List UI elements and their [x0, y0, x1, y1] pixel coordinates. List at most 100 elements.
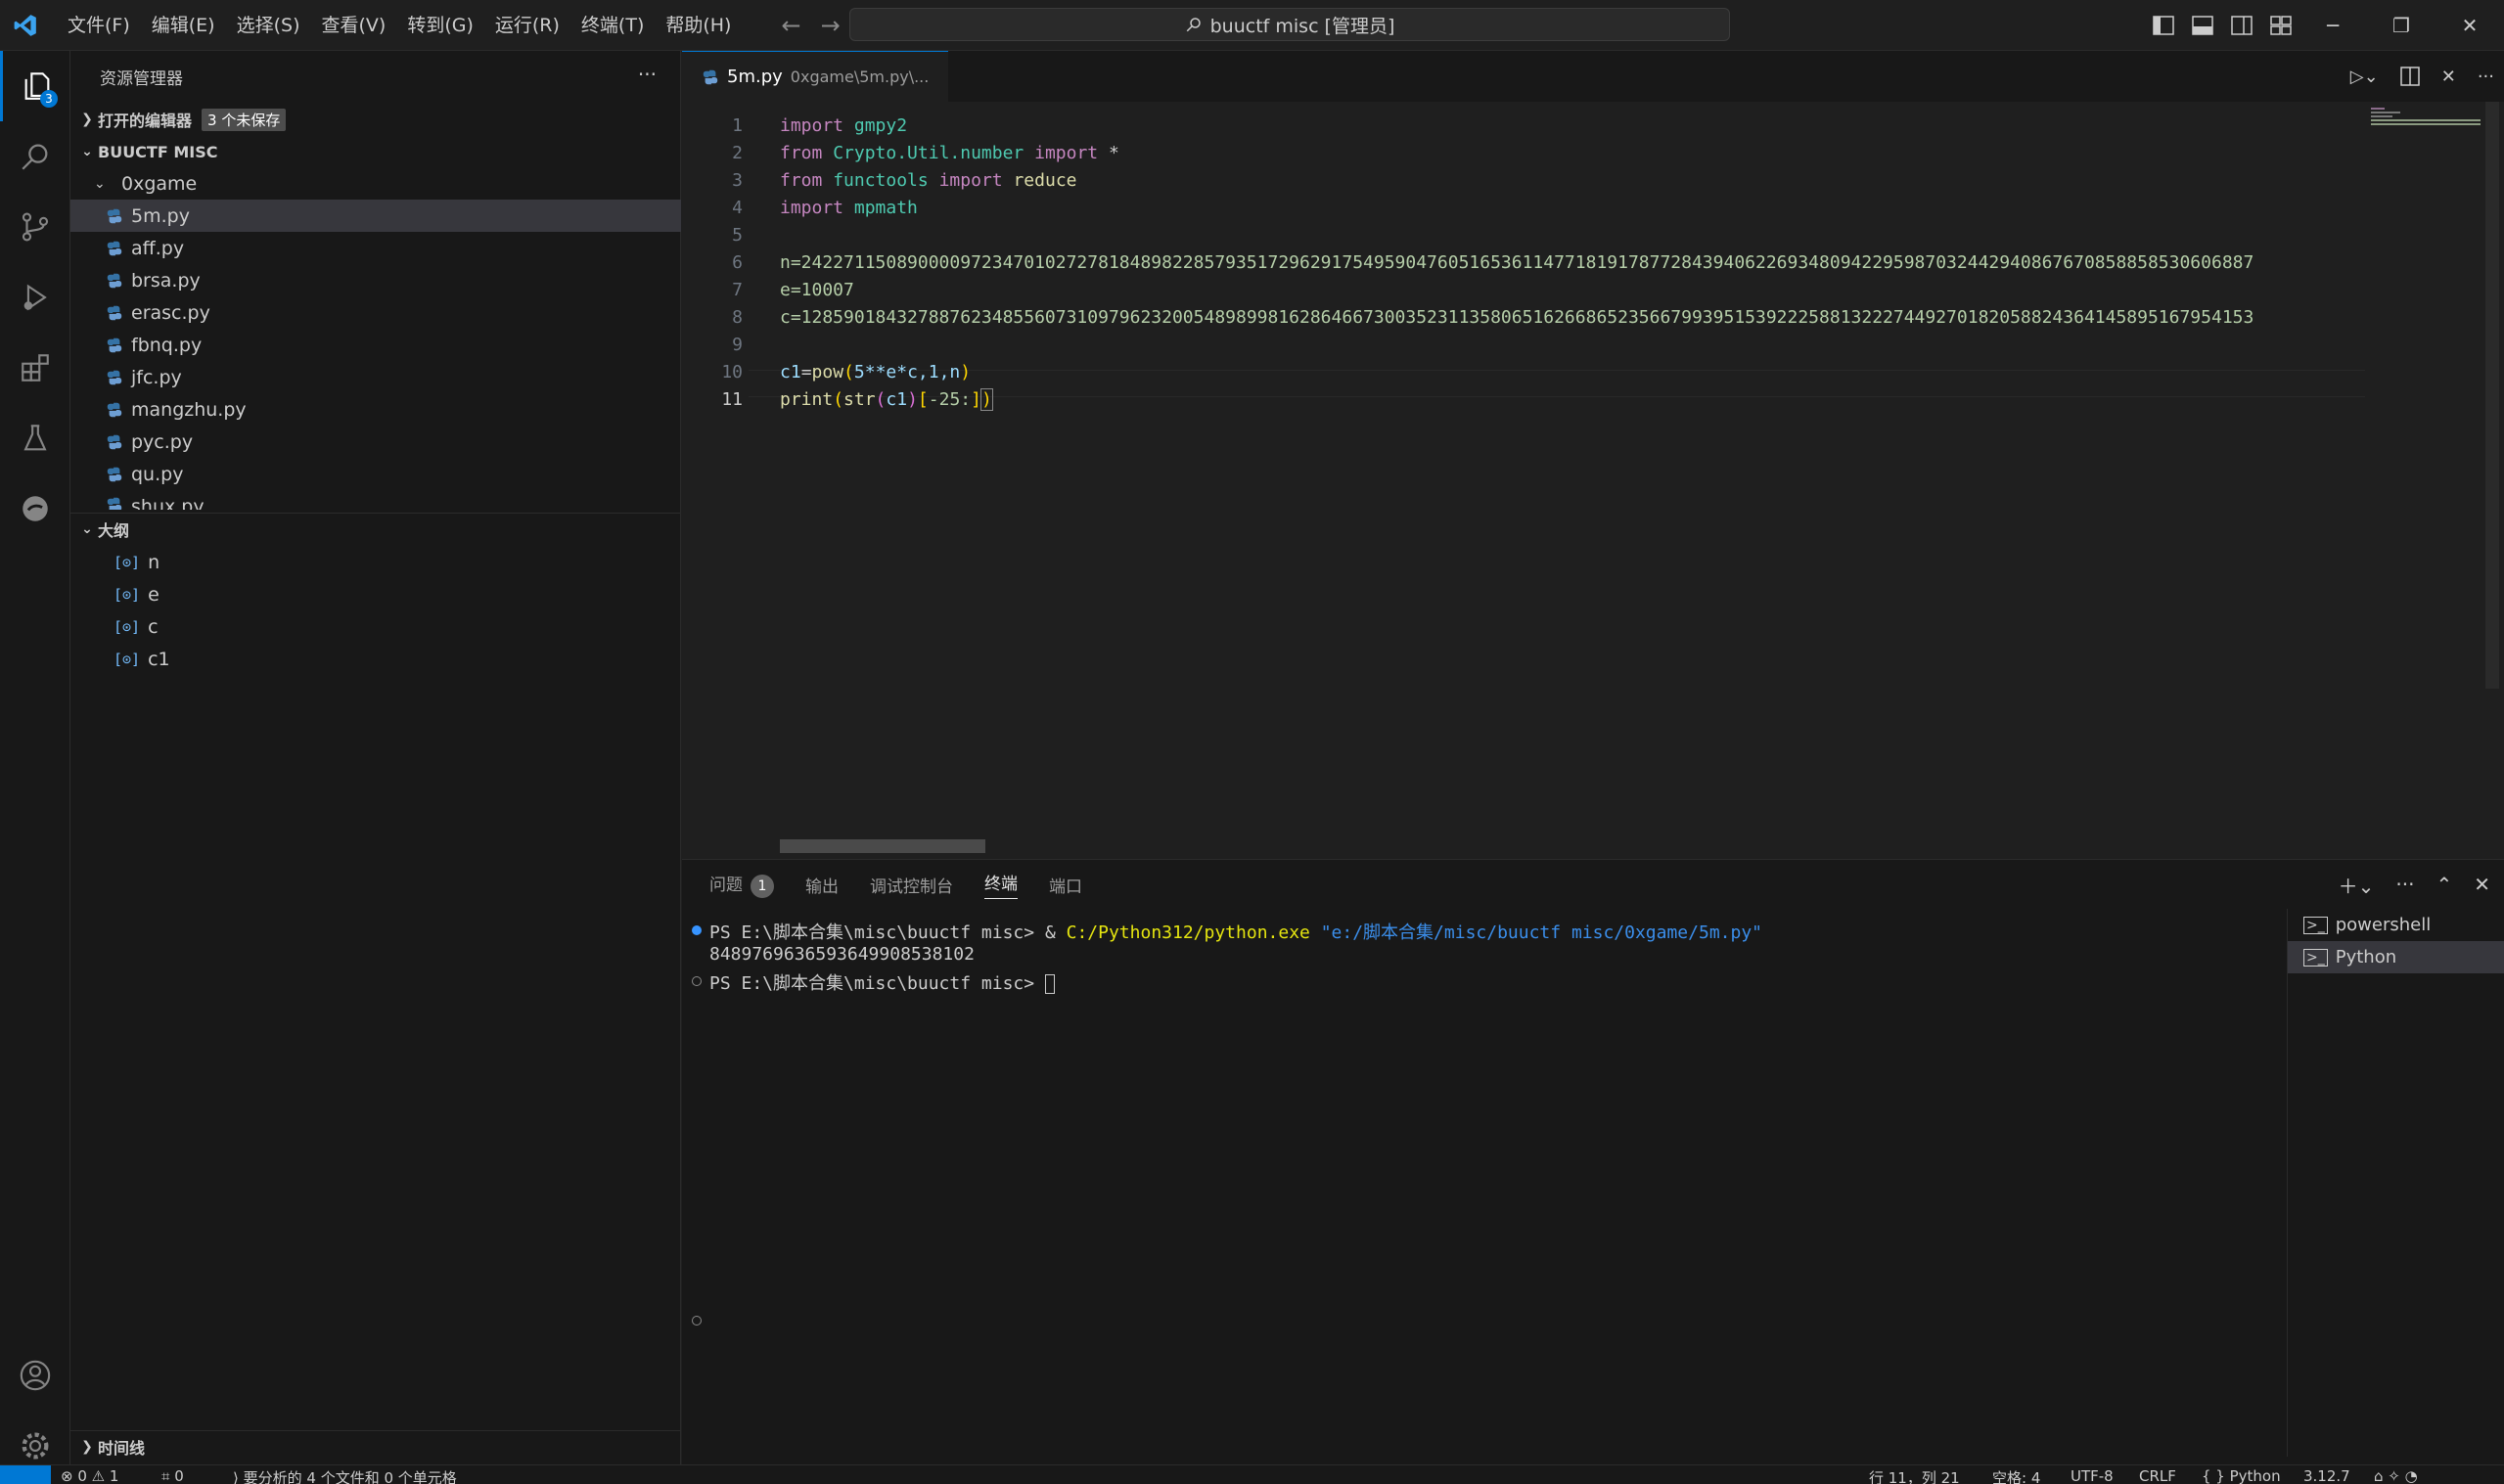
more-actions-icon[interactable]: ···	[638, 63, 657, 86]
problems-badge: 1	[751, 875, 774, 898]
menu-terminal[interactable]: 终端(T)	[570, 0, 655, 51]
workspace-section[interactable]: ⌄ BUUCTF MISC	[70, 136, 681, 167]
source-control-icon	[22, 212, 49, 242]
python-version[interactable]: 3.12.7	[2303, 1467, 2350, 1484]
menu-selection[interactable]: 选择(S)	[226, 0, 311, 51]
toggle-secondary-sidebar-icon[interactable]	[2231, 16, 2253, 35]
python-file-icon	[107, 241, 122, 255]
close-window-icon[interactable]: ✕	[2436, 0, 2504, 51]
outline-item[interactable]: [⊙] e	[70, 578, 681, 610]
close-panel-icon[interactable]: ✕	[2474, 873, 2490, 896]
file-item[interactable]: aff.py	[70, 232, 681, 264]
eol[interactable]: CRLF	[2139, 1467, 2176, 1484]
explorer-activity[interactable]: 3	[0, 51, 70, 121]
tab-terminal[interactable]: 终端	[984, 870, 1018, 899]
extensions-icon	[22, 354, 49, 382]
file-item[interactable]: brsa.py	[70, 264, 681, 296]
maximize-panel-icon[interactable]: ⌃	[2436, 873, 2452, 896]
menu-edit[interactable]: 编辑(E)	[141, 0, 226, 51]
outline-item[interactable]: [⊙] c1	[70, 643, 681, 675]
code-line: import gmpy2	[780, 115, 908, 136]
gear-icon	[22, 1432, 49, 1460]
outline-label: 大纲	[98, 520, 130, 540]
back-arrow-icon[interactable]: ←	[781, 12, 800, 39]
accounts-activity[interactable]	[0, 1340, 70, 1411]
more-actions-icon[interactable]: ···	[2478, 67, 2494, 87]
outline-item[interactable]: [⊙] c	[70, 610, 681, 643]
timeline-section[interactable]: ❯ 时间线	[70, 1430, 681, 1462]
code-line: print(str(c1)[-25:])	[780, 388, 993, 411]
terminal-line: PS E:\脚本合集\misc\buuctf misc>	[709, 969, 1055, 995]
run-debug-activity[interactable]	[0, 262, 70, 333]
tab-path: 0xgame\5m.py\...	[790, 67, 930, 86]
tab-ports[interactable]: 端口	[1049, 873, 1082, 897]
file-item[interactable]: shux.py	[70, 490, 681, 510]
terminal-item[interactable]: >_ powershell	[2288, 909, 2504, 941]
menu-file[interactable]: 文件(F)	[57, 0, 141, 51]
tab-debug-console[interactable]: 调试控制台	[870, 873, 953, 897]
outline-section[interactable]: ⌄ 大纲	[70, 513, 681, 544]
python-file-icon	[107, 208, 122, 223]
file-label: fbnq.py	[131, 334, 203, 356]
vertical-scrollbar[interactable]	[2485, 102, 2499, 689]
open-editors-section[interactable]: ❯ 打开的编辑器 3 个未保存	[70, 104, 681, 135]
file-item[interactable]: pyc.py	[70, 426, 681, 458]
menu-run[interactable]: 运行(R)	[484, 0, 570, 51]
search-activity[interactable]	[0, 121, 70, 192]
new-terminal-icon[interactable]: ＋⌄	[2339, 871, 2375, 899]
file-item[interactable]: qu.py	[70, 458, 681, 490]
file-item[interactable]: fbnq.py	[70, 329, 681, 361]
forward-arrow-icon[interactable]: →	[821, 12, 841, 39]
indentation[interactable]: 空格: 4	[1992, 1467, 2040, 1484]
encoding[interactable]: UTF-8	[2071, 1467, 2114, 1484]
notifications-icon[interactable]: ⌂ ✧ ◔	[2374, 1467, 2418, 1484]
customize-layout-icon[interactable]	[2270, 16, 2292, 35]
remote-indicator-icon[interactable]	[0, 1465, 51, 1484]
chevron-down-icon: ⌄	[81, 520, 93, 537]
activity-bar: 3	[0, 51, 70, 1464]
python-file-icon	[107, 337, 122, 352]
code-area[interactable]: 1 2 3 4 5 6 7 8 9 10 11 import gmpy2 fro…	[682, 102, 2365, 845]
split-editor-icon[interactable]	[2399, 67, 2420, 86]
close-editor-icon[interactable]: ✕	[2441, 67, 2456, 87]
more-actions-icon[interactable]: ···	[2395, 873, 2414, 896]
remote-explorer-activity[interactable]	[0, 473, 70, 544]
python-file-icon	[107, 467, 122, 481]
run-python-icon[interactable]: ▷⌄	[2350, 67, 2379, 87]
command-dot	[692, 1316, 702, 1326]
file-item[interactable]: mangzhu.py	[70, 393, 681, 426]
outline-item[interactable]: [⊙] n	[70, 546, 681, 578]
editor-tab-5m[interactable]: 5m.py 0xgame\5m.py\...	[682, 51, 949, 102]
terminal-item[interactable]: >_ Python	[2288, 941, 2504, 973]
file-item[interactable]: jfc.py	[70, 361, 681, 393]
menu-go[interactable]: 转到(G)	[396, 0, 484, 51]
extensions-activity[interactable]	[0, 333, 70, 403]
minimize-icon[interactable]: ─	[2299, 0, 2367, 51]
tab-output[interactable]: 输出	[805, 873, 839, 897]
command-center-search[interactable]: buuctf misc [管理员]	[849, 8, 1730, 41]
folder-0xgame[interactable]: ⌄ 0xgame	[70, 167, 681, 200]
ports-status[interactable]: ⌗ 0	[161, 1467, 184, 1484]
toggle-panel-icon[interactable]	[2192, 16, 2213, 35]
source-control-activity[interactable]	[0, 192, 70, 262]
vscode-window: 文件(F) 编辑(E) 选择(S) 查看(V) 转到(G) 运行(R) 终端(T…	[0, 0, 2504, 1484]
code-line: from Crypto.Util.number import *	[780, 143, 1119, 163]
testing-activity[interactable]	[0, 403, 70, 473]
terminal-output[interactable]: PS E:\脚本合集\misc\buuctf misc> & C:/Python…	[682, 919, 2267, 1447]
vscode-logo-icon	[0, 0, 51, 51]
restore-icon[interactable]: ❐	[2367, 0, 2436, 51]
language-mode[interactable]: { } Python	[2202, 1467, 2281, 1484]
file-item[interactable]: erasc.py	[70, 296, 681, 329]
minimap[interactable]	[2367, 102, 2484, 845]
horizontal-scrollbar[interactable]	[780, 839, 985, 853]
tab-problems[interactable]: 问题 1	[709, 871, 774, 898]
menu-view[interactable]: 查看(V)	[311, 0, 397, 51]
variable-icon: [⊙]	[114, 585, 141, 604]
cursor-position[interactable]: 行 11，列 21	[1869, 1467, 1960, 1484]
toggle-primary-sidebar-icon[interactable]	[2153, 16, 2174, 35]
menu-help[interactable]: 帮助(H)	[655, 0, 742, 51]
analysis-status[interactable]: ⟩ 要分析的 4 个文件和 0 个单元格	[233, 1467, 457, 1484]
problems-status[interactable]: ⊗ 0 ⚠ 1	[61, 1467, 118, 1484]
file-item[interactable]: 5m.py	[70, 200, 681, 232]
file-label: shux.py	[131, 496, 205, 510]
